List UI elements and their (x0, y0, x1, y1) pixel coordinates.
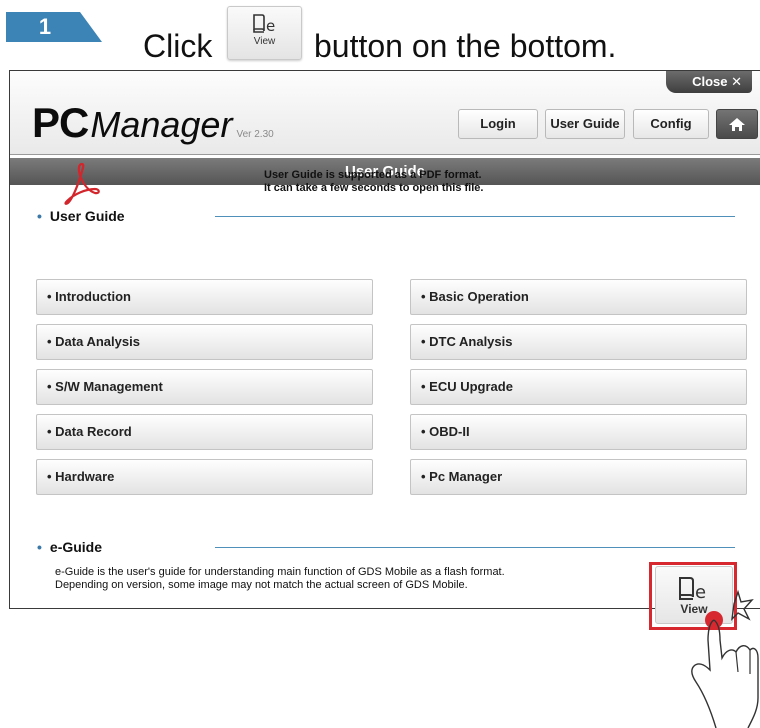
eguide-desc-line1: e-Guide is the user's guide for understa… (55, 566, 505, 578)
eguide-description: e-Guide is the user's guide for understa… (55, 566, 505, 592)
login-button[interactable]: Login (458, 109, 538, 139)
user-guide-divider (215, 216, 735, 217)
guide-item-ecu-upgrade[interactable]: • ECU Upgrade (410, 369, 747, 405)
user-guide-heading: • User Guide (37, 208, 125, 224)
instruction-rest-text: button on the bottom. (314, 28, 617, 64)
section-bullet: • (37, 539, 42, 555)
instruction-view-button-image: e View (227, 6, 302, 60)
version-label: Ver 2.30 (236, 129, 274, 140)
guide-item-data-record[interactable]: • Data Record (36, 414, 373, 450)
logo-pc-text: PC (32, 99, 89, 146)
user-guide-heading-text: User Guide (49, 208, 125, 224)
guide-item-hardware[interactable]: • Hardware (36, 459, 373, 495)
pc-manager-logo: PCManager Ver 2.30 (32, 99, 274, 147)
pdf-note: User Guide is supported as a PDF format.… (264, 169, 483, 195)
step-number: 1 (38, 14, 52, 39)
svg-text:e: e (266, 17, 275, 34)
logo-manager-text: Manager (90, 104, 233, 145)
home-button[interactable] (716, 109, 758, 139)
eguide-divider (215, 547, 735, 548)
section-bullet: • (37, 208, 42, 224)
user-guide-button[interactable]: User Guide (545, 109, 625, 139)
eguide-heading-text: e-Guide (49, 539, 103, 555)
pdf-note-line1: User Guide is supported as a PDF format. (264, 169, 482, 181)
home-icon (729, 118, 745, 131)
guide-item-data-analysis[interactable]: • Data Analysis (36, 324, 373, 360)
eguide-heading: • e-Guide (37, 539, 102, 555)
guide-item-obd-ii[interactable]: • OBD-II (410, 414, 747, 450)
pdf-icon (64, 162, 100, 205)
instruction-click-text: Click (143, 28, 213, 64)
config-button[interactable]: Config (633, 109, 709, 139)
guide-item-sw-management[interactable]: • S/W Management (36, 369, 373, 405)
guide-item-pc-manager[interactable]: • Pc Manager (410, 459, 747, 495)
hand-pointer-icon (691, 589, 759, 728)
mini-view-label: View (253, 36, 276, 47)
eguide-desc-line2: Depending on version, some image may not… (55, 579, 468, 591)
guide-item-basic-operation[interactable]: • Basic Operation (410, 279, 747, 315)
app-header: Close ✕ PCManager Ver 2.30 Login User Gui… (10, 71, 760, 155)
close-button[interactable]: Close ✕ (666, 71, 752, 93)
e-guide-book-icon: e (252, 14, 275, 34)
guide-item-introduction[interactable]: • Introduction (36, 279, 373, 315)
guide-item-dtc-analysis[interactable]: • DTC Analysis (410, 324, 747, 360)
pdf-note-line2: It can take a few seconds to open this f… (264, 182, 484, 194)
